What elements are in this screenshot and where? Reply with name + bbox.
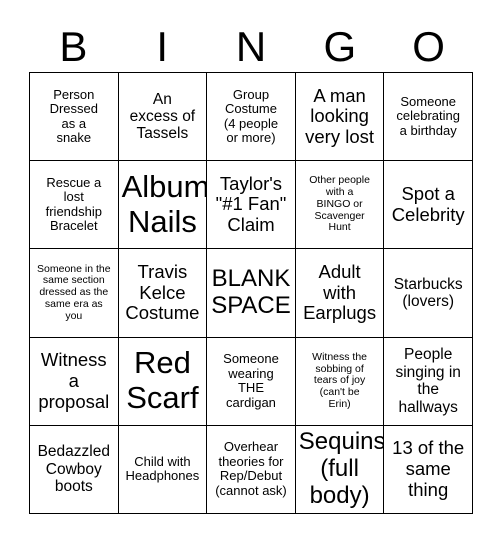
bingo-cell-label: Witness a proposal bbox=[38, 349, 110, 412]
bingo-cell[interactable]: Red Scarf bbox=[118, 337, 208, 426]
header-letter-g: G bbox=[323, 23, 357, 70]
bingo-cell-label: Someone celebrating a birthday bbox=[396, 93, 460, 138]
bingo-cell[interactable]: Child with Headphones bbox=[118, 425, 208, 514]
bingo-cell[interactable]: Witness a proposal bbox=[30, 337, 119, 426]
bingo-cell[interactable]: 13 of the same thing bbox=[384, 425, 473, 514]
bingo-grid: Person Dressed as a snake An excess of T… bbox=[29, 72, 473, 514]
bingo-cell-label: 13 of the same thing bbox=[392, 437, 465, 500]
bingo-cell[interactable]: Taylor's "#1 Fan" Claim bbox=[207, 161, 296, 250]
bingo-cell-label: Other people with a BINGO or Scavenger H… bbox=[309, 174, 370, 234]
bingo-cell[interactable]: Overhear theories for Rep/Debut (cannot … bbox=[207, 425, 296, 514]
bingo-cell[interactable]: Person Dressed as a snake bbox=[30, 73, 119, 162]
bingo-card: B I N G O Person Dressed as a snake An e… bbox=[0, 0, 500, 544]
header-letter-b: B bbox=[59, 23, 88, 70]
bingo-cell-label: BLANK SPACE bbox=[211, 265, 291, 319]
bingo-cell[interactable]: Album Nails bbox=[118, 161, 208, 250]
bingo-cell-label: Person Dressed as a snake bbox=[49, 86, 98, 146]
bingo-cell-label: An excess of Tassels bbox=[129, 90, 196, 143]
bingo-cell[interactable]: Someone in the same section dressed as t… bbox=[30, 249, 119, 338]
bingo-cell-label: A man looking very lost bbox=[305, 84, 375, 147]
bingo-cell-label: People singing in the hallways bbox=[395, 346, 461, 416]
bingo-cell-label: Group Costume (4 people or more) bbox=[223, 86, 279, 146]
bingo-cell[interactable]: An excess of Tassels bbox=[118, 73, 208, 162]
bingo-cell-label: Child with Headphones bbox=[125, 453, 200, 484]
bingo-cell[interactable]: Sequins (full body) bbox=[295, 425, 385, 514]
bingo-cell[interactable]: Someone celebrating a birthday bbox=[384, 73, 473, 162]
bingo-cell[interactable]: People singing in the hallways bbox=[384, 337, 473, 426]
bingo-cell-free-space[interactable]: BLANK SPACE bbox=[207, 249, 296, 338]
bingo-cell[interactable]: Other people with a BINGO or Scavenger H… bbox=[295, 161, 385, 250]
bingo-cell-label: Sequins (full body) bbox=[298, 428, 385, 509]
bingo-cell[interactable]: A man looking very lost bbox=[295, 73, 385, 162]
bingo-cell[interactable]: Adult with Earplugs bbox=[295, 249, 385, 338]
header-letter-i: I bbox=[156, 23, 169, 70]
bingo-cell-label: Taylor's "#1 Fan" Claim bbox=[215, 172, 287, 236]
bingo-cell-label: Adult with Earplugs bbox=[303, 260, 377, 324]
bingo-cell-label: Bedazzled Cowboy boots bbox=[37, 443, 110, 496]
bingo-cell[interactable]: Someone wearing THE cardigan bbox=[207, 337, 296, 426]
bingo-header-row: B I N G O bbox=[29, 22, 473, 72]
bingo-cell[interactable]: Bedazzled Cowboy boots bbox=[30, 425, 119, 514]
header-letter-o: O bbox=[412, 23, 445, 70]
header-letter-n: N bbox=[235, 23, 267, 70]
bingo-cell-label: Rescue a lost friendship Bracelet bbox=[45, 174, 102, 234]
bingo-cell-label: Travis Kelce Costume bbox=[125, 260, 200, 324]
bingo-cell[interactable]: Group Costume (4 people or more) bbox=[207, 73, 296, 162]
bingo-cell-label: Someone wearing THE cardigan bbox=[223, 351, 279, 410]
bingo-cell[interactable]: Witness the sobbing of tears of joy (can… bbox=[295, 337, 385, 426]
bingo-cell[interactable]: Travis Kelce Costume bbox=[118, 249, 208, 338]
bingo-cell[interactable]: Spot a Celebrity bbox=[384, 161, 473, 250]
bingo-cell-label: Album Nails bbox=[121, 169, 208, 239]
bingo-cell-label: Witness the sobbing of tears of joy (can… bbox=[312, 350, 368, 410]
bingo-cell-label: Starbucks (lovers) bbox=[393, 275, 463, 310]
bingo-cell-label: Red Scarf bbox=[126, 345, 199, 416]
bingo-cell[interactable]: Rescue a lost friendship Bracelet bbox=[30, 161, 119, 250]
bingo-cell[interactable]: Starbucks (lovers) bbox=[384, 249, 473, 338]
bingo-cell-label: Someone in the same section dressed as t… bbox=[37, 262, 111, 322]
bingo-cell-label: Overhear theories for Rep/Debut (cannot … bbox=[215, 439, 287, 498]
bingo-cell-label: Spot a Celebrity bbox=[391, 183, 465, 225]
